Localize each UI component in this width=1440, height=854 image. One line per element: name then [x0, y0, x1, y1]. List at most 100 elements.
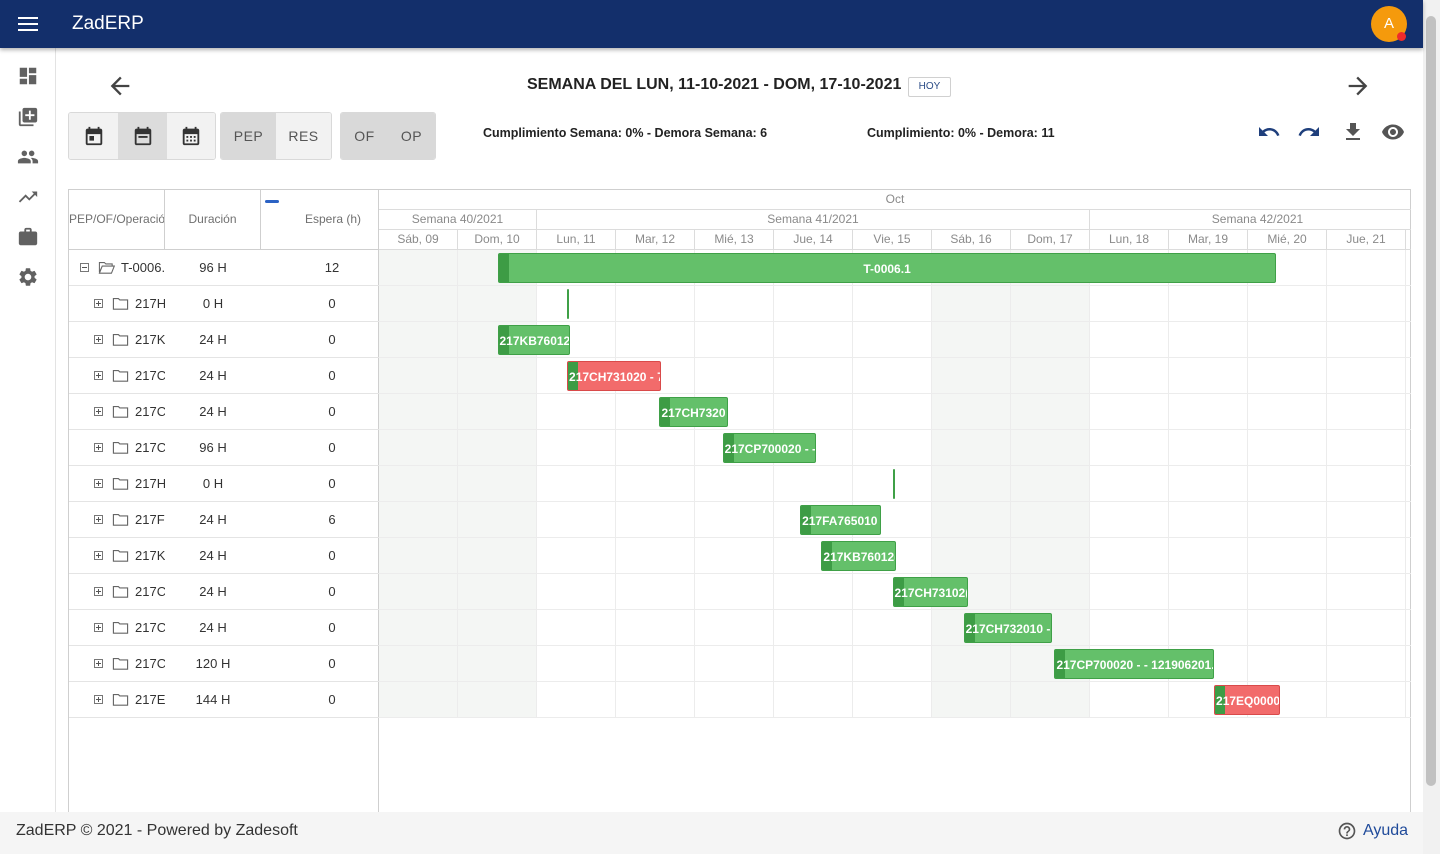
op-view-button[interactable]: OP	[388, 113, 435, 159]
task-label: 217CH731020 - 7	[569, 370, 662, 384]
column-resize-handle[interactable]	[265, 200, 279, 203]
expand-icon[interactable]	[94, 515, 103, 524]
help-link[interactable]: Ayuda	[1337, 821, 1408, 841]
table-row[interactable]: 217C 24 H0	[69, 574, 379, 610]
month-label: Oct	[885, 192, 905, 206]
day-label: Mié, 20	[1248, 230, 1327, 249]
page-scrollbar[interactable]	[1423, 0, 1440, 854]
folder-icon	[112, 368, 129, 383]
trending-up-icon[interactable]	[17, 186, 39, 208]
expand-icon[interactable]	[94, 587, 103, 596]
collapse-icon[interactable]	[80, 263, 89, 272]
task-bar[interactable]: 217CP700020 - -	[722, 433, 816, 463]
table-row[interactable]: 217C 24 H0	[69, 610, 379, 646]
row-duration: 24 H	[199, 368, 227, 383]
expand-icon[interactable]	[94, 551, 103, 560]
settings-icon[interactable]	[17, 266, 39, 288]
task-bar[interactable]	[892, 469, 895, 499]
briefcase-icon[interactable]	[17, 226, 39, 248]
expand-icon[interactable]	[94, 623, 103, 632]
day-label: Mié, 13	[695, 230, 774, 249]
column-header-duration[interactable]: Duración	[165, 190, 261, 250]
column-header-name[interactable]: PEP/OF/Operación	[69, 190, 165, 250]
table-row[interactable]: T-0006. 96 H 12	[69, 250, 379, 286]
task-label	[894, 478, 895, 492]
table-row[interactable]: 217C 96 H0	[69, 430, 379, 466]
folder-icon	[112, 548, 129, 563]
row-name: 217C	[135, 404, 165, 419]
expand-icon[interactable]	[94, 695, 103, 704]
table-row[interactable]: 217C 24 H0	[69, 394, 379, 430]
task-label: T-0006.1	[863, 262, 911, 276]
people-icon[interactable]	[17, 146, 39, 168]
task-bar[interactable]: 217KB76012	[497, 325, 571, 355]
table-row[interactable]: 217H 0 H0	[69, 286, 379, 322]
expand-icon[interactable]	[94, 335, 103, 344]
task-label: 217KB76012(	[823, 550, 897, 564]
day-label: Dom, 17	[1011, 230, 1090, 249]
week-label: Semana 40/2021	[379, 210, 537, 229]
day-label: Mar, 12	[616, 230, 695, 249]
today-button[interactable]: HOY	[908, 77, 951, 97]
month-view-button[interactable]	[167, 113, 215, 159]
table-row[interactable]: 217F 24 H6	[69, 502, 379, 538]
table-row[interactable]: 217E 144 H0	[69, 682, 379, 718]
of-view-button[interactable]: OF	[341, 113, 388, 159]
notification-dot	[1397, 32, 1406, 41]
task-bar[interactable]: 217CP700020 - - 121906201.	[1054, 649, 1215, 679]
task-bar[interactable]: 217KB76012(	[821, 541, 897, 571]
row-name: 217C	[135, 656, 165, 671]
next-week-arrow-icon[interactable]	[1344, 72, 1372, 100]
menu-icon[interactable]	[16, 12, 40, 36]
task-bar[interactable]: 217CH73102(	[892, 577, 968, 607]
library-icon[interactable]	[17, 106, 39, 128]
folder-icon	[112, 404, 129, 419]
redo-icon[interactable]	[1297, 120, 1321, 144]
expand-icon[interactable]	[94, 443, 103, 452]
expand-icon[interactable]	[94, 479, 103, 488]
task-label: 217CH73102(	[894, 586, 968, 600]
folder-icon	[112, 512, 129, 527]
expand-icon[interactable]	[94, 407, 103, 416]
task-bar[interactable]: 217CH7320	[659, 397, 729, 427]
visibility-icon[interactable]	[1381, 120, 1405, 144]
expand-icon[interactable]	[94, 299, 103, 308]
gantt-chart: PEP/OF/Operación Duración Espera (h) T-0…	[68, 189, 1411, 814]
summary-task-bar[interactable]: T-0006.1	[497, 253, 1276, 283]
task-label: 217KB76012	[499, 334, 571, 348]
row-name: 217K	[135, 332, 165, 347]
task-bar[interactable]: 217FA765010	[800, 505, 881, 535]
table-row[interactable]: 217C 24 H0	[69, 358, 379, 394]
row-duration: 24 H	[199, 512, 227, 527]
week-label: Semana 41/2021	[537, 210, 1090, 229]
folder-icon	[112, 296, 129, 311]
task-label: 217CH7320	[661, 406, 726, 420]
download-icon[interactable]	[1341, 120, 1365, 144]
expand-icon[interactable]	[94, 659, 103, 668]
res-view-button[interactable]: RES	[276, 113, 331, 159]
day-view-button[interactable]	[69, 113, 118, 159]
week-view-button[interactable]	[118, 113, 167, 159]
undo-icon[interactable]	[1257, 120, 1281, 144]
previous-week-arrow-icon[interactable]	[106, 72, 134, 100]
month-scale: Oct	[379, 190, 1411, 210]
task-bar[interactable]: 217EQ00000	[1214, 685, 1280, 715]
table-row[interactable]: 217C 120 H0	[69, 646, 379, 682]
table-row[interactable]: 217K 24 H0	[69, 322, 379, 358]
task-bar[interactable]: 217CH732010 -	[963, 613, 1053, 643]
week-scale: Semana 40/2021 Semana 41/2021 Semana 42/20…	[379, 210, 1411, 230]
table-row[interactable]: 217K 24 H0	[69, 538, 379, 574]
expand-icon[interactable]	[94, 371, 103, 380]
task-bar[interactable]: 217CH731020 - 7	[567, 361, 662, 391]
column-header-wait[interactable]: Espera (h)	[261, 190, 379, 250]
app-title: ZadERP	[72, 13, 144, 34]
calendar-month-icon	[182, 126, 200, 146]
dashboard-icon[interactable]	[17, 65, 39, 87]
folder-icon	[112, 440, 129, 455]
folder-icon	[112, 656, 129, 671]
table-row[interactable]: 217H 0 H0	[69, 466, 379, 502]
day-label: Mar, 19	[1169, 230, 1248, 249]
day-label: Sáb, 16	[932, 230, 1011, 249]
pep-view-button[interactable]: PEP	[221, 113, 276, 159]
task-label: 217EQ00000	[1216, 694, 1280, 708]
